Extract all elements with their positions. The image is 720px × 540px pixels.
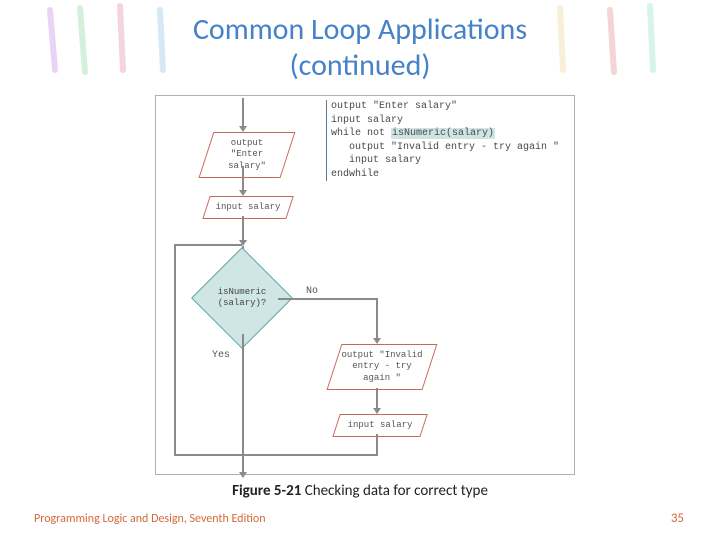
io-box-output-enter-salary: output "Enter salary" — [199, 132, 296, 178]
flow-arrow — [376, 388, 378, 410]
decision-text: isNumeric (salary)? — [196, 262, 288, 334]
figure-caption: Figure 5-21 Checking data for correct ty… — [0, 482, 720, 500]
pseudo-line: while not isNumeric(salary) — [331, 127, 559, 141]
title-line-2: (continued) — [290, 47, 431, 84]
caption-label: Figure 5-21 — [232, 482, 301, 500]
footer-book-title: Programming Logic and Design, Seventh Ed… — [34, 512, 266, 526]
pseudo-line: output "Invalid entry - try again " — [331, 141, 559, 155]
flow-arrow — [174, 244, 176, 456]
arrowhead-icon — [239, 472, 247, 478]
io-box-output-invalid: output "Invalid entry - try again " — [327, 344, 438, 390]
io-box-input-salary-loop: input salary — [332, 414, 428, 437]
flow-arrow — [174, 244, 242, 246]
pseudo-line: input salary — [331, 154, 559, 168]
branch-label-no: No — [306, 286, 318, 297]
flow-arrow — [278, 298, 376, 300]
figure-container: output "Enter salary" input salary while… — [155, 95, 575, 475]
flow-arrow — [242, 334, 244, 474]
flow-arrow — [242, 98, 244, 128]
pseudo-line: input salary — [331, 114, 559, 128]
flow-arrow — [376, 434, 378, 454]
flow-arrow — [174, 454, 378, 456]
pseudo-line: output "Enter salary" — [331, 100, 559, 114]
branch-label-yes: Yes — [212, 350, 230, 361]
io-box-input-salary: input salary — [202, 196, 294, 219]
caption-text: Checking data for correct type — [301, 482, 488, 500]
flow-arrow — [376, 298, 378, 340]
io-text: output "Invalid entry - try again " — [335, 345, 429, 389]
io-text: output "Enter salary" — [207, 133, 287, 177]
slide-title: Common Loop Applications (continued) — [0, 0, 720, 84]
flow-arrow — [242, 216, 244, 242]
flow-arrow — [242, 166, 244, 192]
io-text: input salary — [337, 415, 423, 436]
pseudo-text: while not — [331, 128, 391, 139]
page-number: 35 — [671, 511, 684, 526]
pseudo-line: endwhile — [331, 168, 559, 182]
io-text: input salary — [207, 197, 289, 218]
title-line-1: Common Loop Applications — [193, 11, 527, 48]
pseudocode-block: output "Enter salary" input salary while… — [326, 100, 559, 181]
pseudo-highlight: isNumeric(salary) — [391, 128, 495, 139]
